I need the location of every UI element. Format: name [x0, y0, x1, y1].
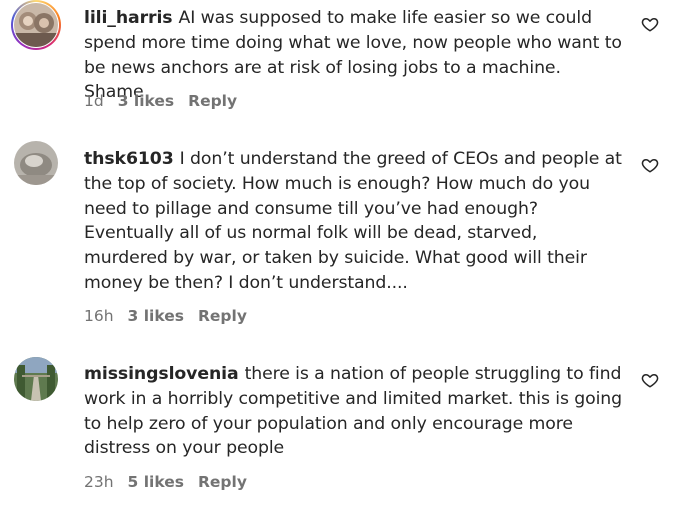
user-photo-icon	[14, 357, 58, 401]
reply-button[interactable]: Reply	[198, 473, 247, 491]
comment-time[interactable]: 23h	[84, 473, 114, 491]
story-ring[interactable]	[11, 0, 61, 50]
comment-username[interactable]: missingslovenia	[84, 364, 239, 384]
comment-time[interactable]: 16h	[84, 307, 114, 325]
comment-meta: 23h 5 likes Reply	[84, 473, 247, 491]
comment-body: lili_harris AI was supposed to make life …	[84, 6, 624, 105]
comment-body: missingslovenia there is a nation of peop…	[84, 362, 624, 461]
comment-meta: 16h 3 likes Reply	[84, 307, 247, 325]
comment-time[interactable]: 1d	[84, 92, 104, 110]
comment-likes[interactable]: 5 likes	[128, 473, 184, 491]
comment-likes[interactable]: 3 likes	[118, 92, 174, 110]
comment-meta: 1d 3 likes Reply	[84, 92, 237, 110]
reply-button[interactable]: Reply	[198, 307, 247, 325]
heart-icon[interactable]	[641, 156, 659, 174]
comment-likes[interactable]: 3 likes	[128, 307, 184, 325]
comment-username[interactable]: lili_harris	[84, 8, 173, 28]
avatar[interactable]	[14, 3, 58, 47]
comment-username[interactable]: thsk6103	[84, 149, 174, 169]
reply-button[interactable]: Reply	[188, 92, 237, 110]
comment-text: I don’t understand the greed of CEOs and…	[84, 149, 622, 293]
avatar[interactable]	[14, 141, 58, 185]
comment-body: thsk6103 I don’t understand the greed of …	[84, 147, 624, 296]
user-photo-icon	[14, 3, 58, 47]
heart-icon[interactable]	[641, 15, 659, 33]
heart-icon[interactable]	[641, 371, 659, 389]
user-photo-icon	[14, 141, 58, 185]
avatar[interactable]	[14, 357, 58, 401]
